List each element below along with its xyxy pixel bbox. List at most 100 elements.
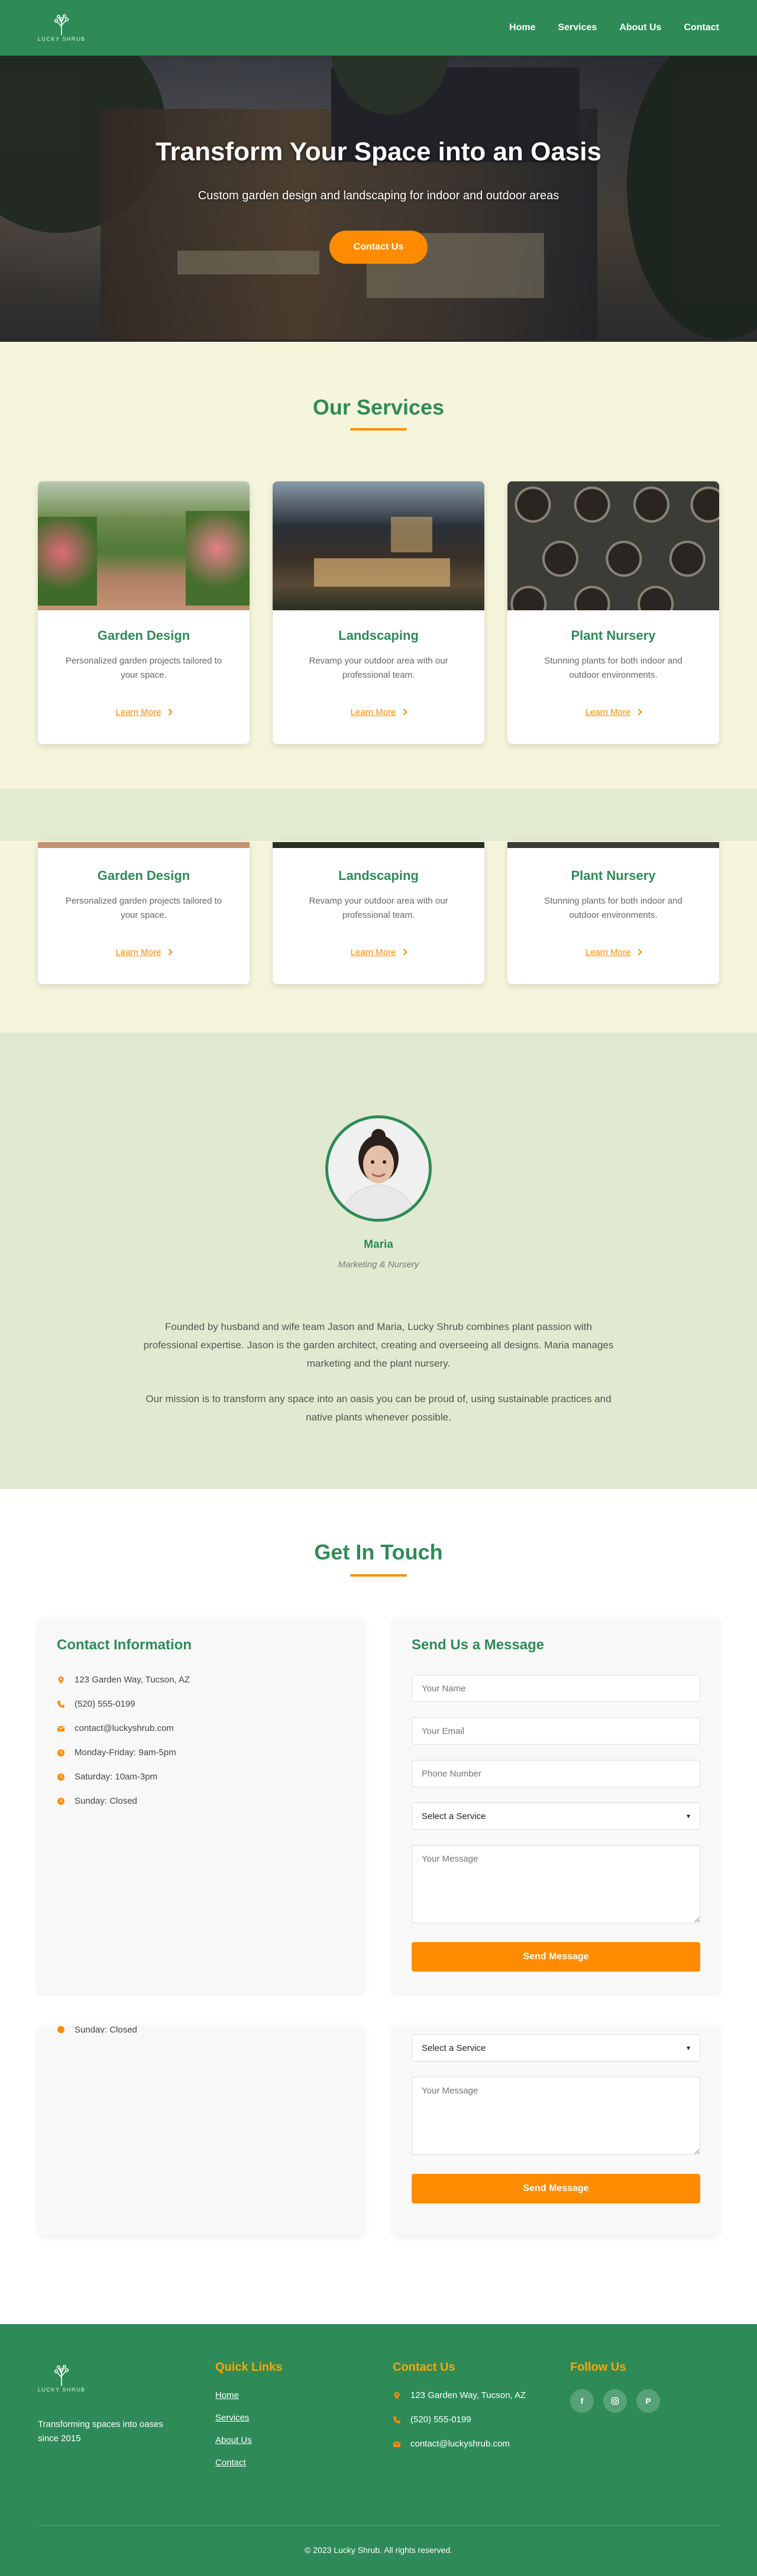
contact-us-title: Contact Us	[393, 2361, 455, 2374]
chevron-right-icon	[400, 949, 408, 956]
learn-more-link[interactable]: Learn More	[507, 947, 719, 957]
service-select-value: Select a Service	[422, 2043, 486, 2053]
footer-divider	[38, 2525, 719, 2526]
landscaping-image	[273, 481, 484, 610]
card-text: Stunning plants for both indoor and outd…	[544, 656, 682, 680]
contact-info-panel-repeat: Sunday: Closed	[38, 2026, 364, 2235]
footer-link-about[interactable]: About Us	[215, 2435, 252, 2445]
envelope-icon	[57, 1726, 64, 1732]
scroll-band	[0, 789, 757, 841]
card-text: Revamp your outdoor area with our profes…	[309, 896, 448, 920]
info-phone: (520) 555-0199	[57, 1699, 135, 1709]
clock-icon	[57, 1749, 64, 1756]
footer-contact-text: 123 Garden Way, Tucson, AZ	[410, 2390, 526, 2400]
phone-icon	[57, 1700, 64, 1708]
phone-input[interactable]	[412, 1760, 700, 1787]
info-text: Monday-Friday: 9am-5pm	[75, 1747, 176, 1758]
footer-address: 123 Garden Way, Tucson, AZ	[393, 2390, 526, 2400]
card-text: Stunning plants for both indoor and outd…	[544, 896, 682, 920]
nav-about[interactable]: About Us	[619, 22, 661, 33]
learn-more-label: Learn More	[585, 947, 631, 957]
follow-us-title: Follow Us	[570, 2361, 626, 2374]
service-card-nursery: Plant Nursery Stunning plants for both i…	[507, 481, 719, 744]
learn-more-link[interactable]: Learn More	[38, 707, 250, 717]
info-address: 123 Garden Way, Tucson, AZ	[57, 1675, 190, 1685]
service-card-landscaping-repeat: Landscaping Revamp your outdoor area wit…	[273, 842, 484, 984]
nav-home[interactable]: Home	[509, 22, 535, 33]
portrait-image	[328, 1118, 429, 1219]
logo-text: LUCKY SHRUB	[38, 36, 86, 42]
learn-more-label: Learn More	[115, 707, 161, 717]
footer-link-home[interactable]: Home	[215, 2390, 239, 2400]
service-select[interactable]: Select a Service ▾	[412, 2034, 700, 2062]
contact-section: Get In Touch Contact Information 123 Gar…	[0, 1489, 757, 2324]
email-input[interactable]	[412, 1717, 700, 1745]
learn-more-link[interactable]: Learn More	[273, 707, 484, 717]
clock-icon	[57, 1797, 64, 1805]
learn-more-link[interactable]: Learn More	[273, 947, 484, 957]
clock-icon	[57, 1773, 64, 1781]
nav-links: Home Services About Us Contact	[487, 22, 719, 33]
info-hours-saturday: Saturday: 10am-3pm	[57, 1772, 157, 1782]
copyright: © 2023 Lucky Shrub. All rights reserved.	[305, 2545, 452, 2555]
contact-info-title: Contact Information	[57, 1637, 192, 1653]
footer-phone: (520) 555-0199	[393, 2415, 471, 2425]
tree-icon	[54, 14, 69, 35]
message-textarea[interactable]	[412, 1845, 700, 1923]
chevron-down-icon: ▾	[686, 1812, 690, 1820]
learn-more-link[interactable]: Learn More	[38, 947, 250, 957]
top-nav: LUCKY SHRUB Home Services About Us Conta…	[0, 0, 757, 56]
footer-link-services[interactable]: Services	[215, 2413, 250, 2423]
contact-form-panel: Send Us a Message Select a Service ▾ Sen…	[393, 1618, 719, 1994]
name-input[interactable]	[412, 1675, 700, 1702]
nursery-image-strip	[507, 842, 719, 848]
team-member-role: Marketing & Nursery	[338, 1260, 419, 1270]
contact-title: Get In Touch	[314, 1540, 443, 1564]
landscaping-image-strip	[273, 842, 484, 848]
service-select[interactable]: Select a Service ▾	[412, 1802, 700, 1830]
hero-contact-button[interactable]: Contact Us	[329, 231, 428, 264]
services-section: Our Services Garden Design Personalized …	[0, 342, 757, 1033]
chevron-right-icon	[635, 949, 643, 956]
card-text: Revamp your outdoor area with our profes…	[309, 656, 448, 680]
info-text: 123 Garden Way, Tucson, AZ	[75, 1675, 190, 1685]
contact-form-title: Send Us a Message	[412, 1637, 545, 1653]
tree-icon	[54, 2364, 69, 2386]
learn-more-label: Learn More	[350, 947, 396, 957]
info-text: contact@luckyshrub.com	[75, 1723, 174, 1733]
scroll-band	[0, 1995, 757, 2026]
service-card-nursery-repeat: Plant Nursery Stunning plants for both i…	[507, 842, 719, 984]
service-select-value: Select a Service	[422, 1811, 486, 1821]
learn-more-label: Learn More	[585, 707, 631, 717]
hero: Transform Your Space into an Oasis Custo…	[0, 56, 757, 342]
card-title: Plant Nursery	[571, 628, 656, 643]
info-text: Sunday: Closed	[75, 1796, 137, 1806]
footer-logo[interactable]: LUCKY SHRUB	[38, 2364, 85, 2393]
contact-underline	[350, 1574, 407, 1577]
team-member-name: Maria	[364, 1238, 393, 1251]
instagram-icon[interactable]	[603, 2389, 627, 2413]
info-text: Sunday: Closed	[75, 2026, 137, 2033]
footer-link-contact[interactable]: Contact	[215, 2458, 246, 2468]
phone-icon	[393, 2416, 400, 2423]
garden-image	[38, 481, 250, 610]
contact-info-panel: Contact Information 123 Garden Way, Tucs…	[38, 1618, 364, 1994]
about-section: Maria Marketing & Nursery Founded by hus…	[0, 1033, 757, 1489]
send-message-button[interactable]: Send Message	[412, 1942, 700, 1972]
chevron-right-icon	[166, 949, 173, 956]
envelope-icon	[393, 2441, 400, 2447]
nav-contact[interactable]: Contact	[684, 22, 719, 33]
info-hours-sunday: Sunday: Closed	[57, 1796, 137, 1806]
contact-form-panel-repeat: Select a Service ▾ Send Message	[393, 2026, 719, 2235]
message-textarea[interactable]	[412, 2077, 700, 2155]
card-title: Plant Nursery	[571, 868, 656, 883]
nav-services[interactable]: Services	[558, 22, 597, 33]
card-title: Landscaping	[338, 628, 419, 643]
card-text: Personalized garden projects tailored to…	[65, 896, 222, 920]
footer-email: contact@luckyshrub.com	[393, 2439, 510, 2449]
pinterest-icon[interactable]: P	[636, 2389, 660, 2413]
facebook-icon[interactable]: f	[570, 2389, 594, 2413]
logo[interactable]: LUCKY SHRUB	[38, 14, 85, 42]
send-message-button[interactable]: Send Message	[412, 2174, 700, 2203]
learn-more-link[interactable]: Learn More	[507, 707, 719, 717]
